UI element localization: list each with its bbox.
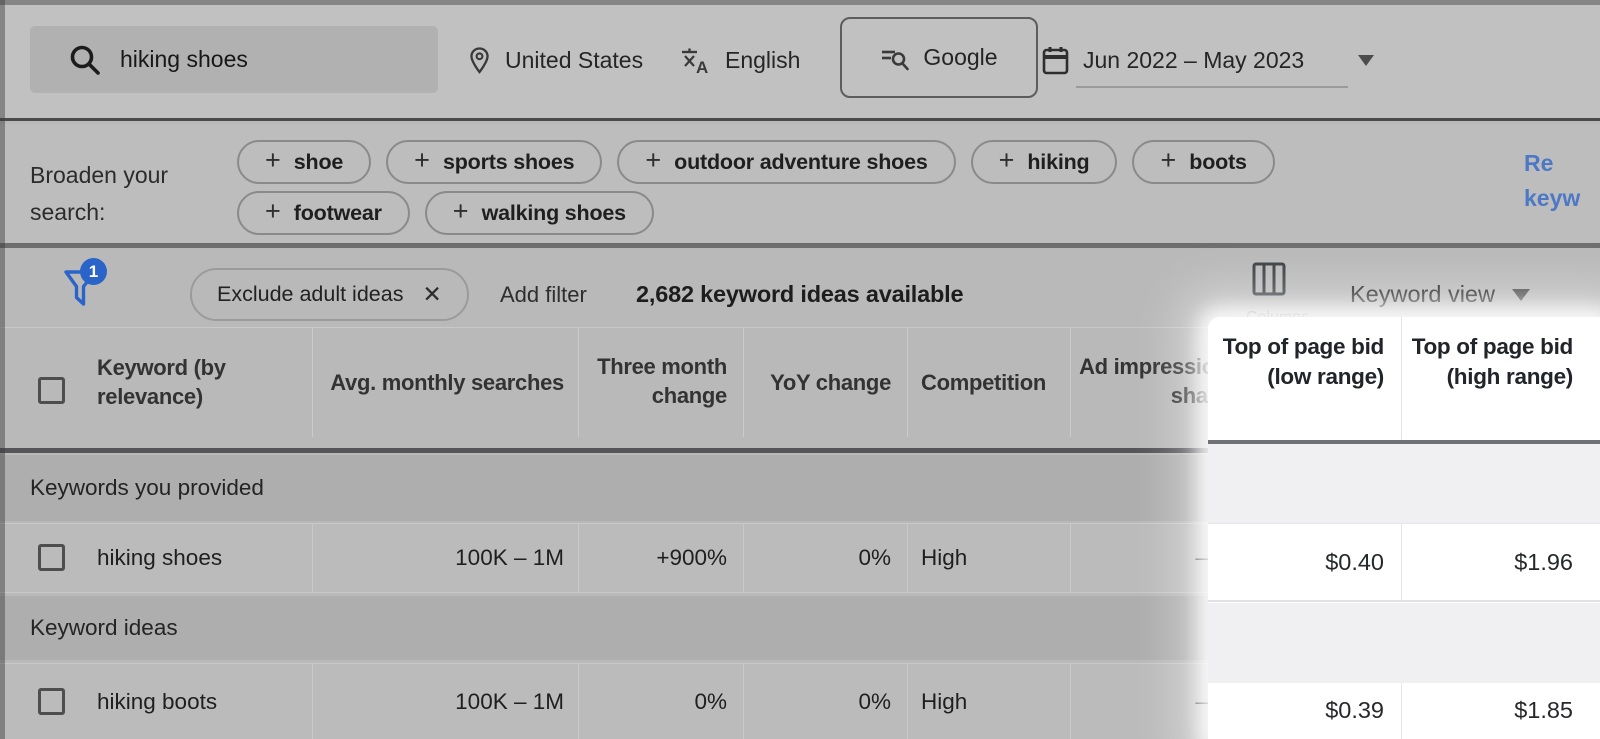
header-bid-high[interactable]: Top of page bid (high range) (1401, 317, 1600, 440)
filter-count-badge: 1 (80, 258, 107, 285)
location-pin-icon (468, 46, 491, 75)
chip-label: Exclude adult ideas (217, 282, 404, 306)
ideas-count-text: 2,682 keyword ideas available (636, 281, 964, 307)
pill-outdoor-adventure-shoes[interactable]: + outdoor adventure shoes (617, 140, 956, 184)
bid-section-band (1208, 444, 1600, 523)
suggested-keywords: + shoe + sports shoes + outdoor adventure s… (237, 140, 1357, 235)
pill-shoe[interactable]: + shoe (237, 140, 372, 184)
search-icon (68, 43, 102, 77)
columns-icon[interactable] (1252, 262, 1286, 296)
plus-icon: + (645, 145, 662, 175)
language-selector[interactable]: A English (680, 0, 800, 121)
chevron-down-icon (1358, 55, 1375, 66)
view-label: Keyword view (1350, 281, 1495, 307)
search-input[interactable]: hiking shoes (30, 26, 438, 93)
avg-monthly-cell: 100K – 1M (312, 524, 578, 592)
header-competition[interactable]: Competition (907, 328, 1070, 437)
date-range-selector[interactable]: Jun 2022 – May 2023 (1042, 0, 1375, 121)
pill-hiking[interactable]: + hiking (970, 140, 1118, 184)
bid-row: $0.40 $1.96 (1208, 523, 1600, 602)
date-range-underline (1076, 86, 1348, 88)
window-edge-left (0, 0, 5, 739)
language-label: English (725, 47, 801, 73)
pill-sports-shoes[interactable]: + sports shoes (386, 140, 603, 184)
header-keyword[interactable]: Keyword (by relevance) (0, 328, 312, 437)
window-edge-top (0, 0, 1600, 5)
network-label: Google (923, 44, 998, 70)
pill-walking-shoes[interactable]: + walking shoes (424, 191, 654, 235)
header-yoy-change[interactable]: YoY change (743, 328, 907, 437)
plus-icon: + (1160, 145, 1177, 175)
plus-icon: + (265, 196, 281, 226)
yoy-cell: 0% (743, 664, 907, 739)
broaden-search-label: Broaden your search: (30, 162, 169, 225)
bid-row: $0.39 $1.85 (1208, 683, 1600, 739)
pill-footwear[interactable]: + footwear (237, 191, 410, 235)
calendar-icon (1042, 46, 1069, 75)
header-avg-monthly-searches[interactable]: Avg. monthly searches (312, 328, 578, 437)
three-month-cell: +900% (578, 524, 743, 592)
close-icon[interactable]: ✕ (422, 281, 441, 308)
plus-icon: + (414, 145, 430, 175)
pill-boots[interactable]: + boots (1132, 140, 1275, 184)
add-filter-button[interactable]: Add filter (500, 268, 587, 321)
plus-icon: + (265, 145, 281, 175)
translate-icon: A (680, 47, 711, 74)
competition-cell: High (907, 664, 1070, 739)
row-checkbox[interactable] (38, 687, 65, 715)
three-month-cell: 0% (578, 664, 743, 739)
highlighted-bid-columns: Top of page bid (low range) Top of page … (1208, 317, 1600, 739)
location-label: United States (505, 47, 644, 73)
avg-monthly-cell: 100K – 1M (312, 664, 578, 739)
select-all-checkbox[interactable] (38, 377, 65, 404)
broaden-search-panel: Broaden your search: + shoe + sports shoes… (0, 124, 1600, 243)
chevron-down-icon (1511, 288, 1530, 301)
search-value: hiking shoes (120, 46, 248, 72)
bid-low-cell: $0.40 (1325, 548, 1384, 575)
header-bid-low[interactable]: Top of page bid (low range) (1208, 317, 1401, 440)
row-checkbox[interactable] (38, 544, 65, 571)
plus-icon: + (452, 196, 469, 226)
network-selector[interactable]: Google (840, 17, 1038, 98)
bid-columns-header: Top of page bid (low range) Top of page … (1208, 317, 1600, 440)
competition-cell: High (907, 524, 1070, 592)
svg-text:A: A (696, 58, 708, 74)
top-bar: hiking shoes United States A English Goo… (0, 0, 1600, 121)
keyword-cell: hiking boots (97, 688, 218, 714)
bid-high-cell: $1.85 (1401, 683, 1600, 739)
bid-section-band (1208, 603, 1600, 683)
location-selector[interactable]: United States (468, 0, 643, 121)
panel-separator (0, 243, 1600, 248)
view-selector[interactable]: Keyword view (1350, 268, 1530, 321)
bid-high-cell: $1.96 (1401, 524, 1600, 600)
refine-edge-fade (1582, 142, 1600, 222)
search-network-icon (880, 44, 910, 72)
bid-low-cell: $0.39 (1325, 697, 1384, 723)
keyword-cell: hiking shoes (97, 545, 223, 570)
keyword-planner-screen: hiking shoes United States A English Goo… (0, 0, 1600, 739)
date-range-label: Jun 2022 – May 2023 (1083, 47, 1305, 73)
exclude-adult-ideas-chip[interactable]: Exclude adult ideas ✕ (190, 268, 469, 321)
plus-icon: + (998, 145, 1015, 175)
header-three-month-change[interactable]: Three month change (578, 328, 743, 437)
yoy-cell: 0% (743, 524, 907, 592)
